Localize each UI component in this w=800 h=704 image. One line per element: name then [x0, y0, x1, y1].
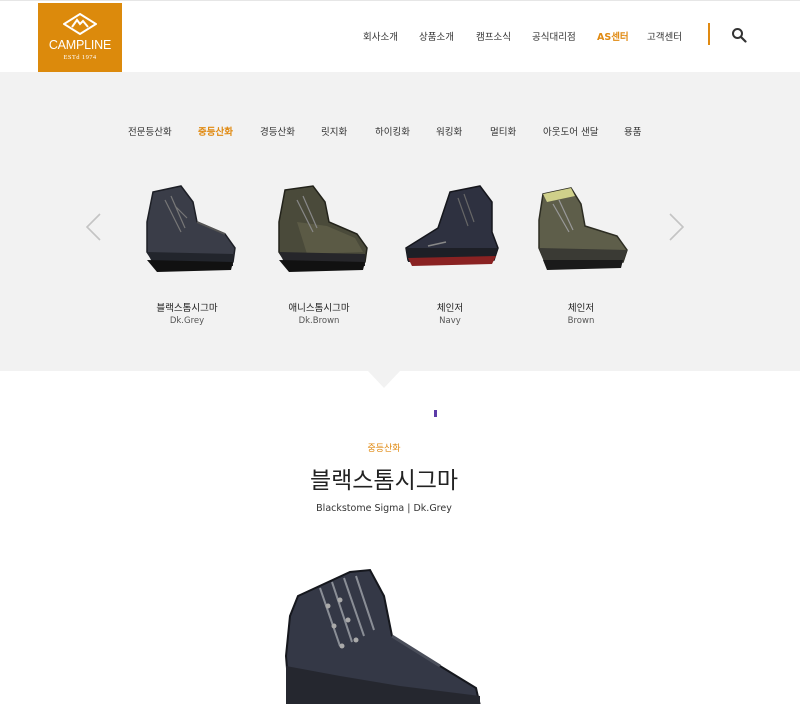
boot-large-image [284, 568, 481, 704]
detail-subtitle: Blackstome Sigma | Dk.Grey [316, 503, 452, 514]
nav-divider [708, 23, 710, 45]
category-tab-light-hiking[interactable]: 경등산화 [260, 124, 295, 138]
accent-marker [434, 410, 437, 417]
category-tab-multi[interactable]: 멀티화 [490, 124, 516, 138]
category-tab-mid-hiking[interactable]: 중등산화 [198, 124, 233, 138]
nav-item-dealers[interactable]: 공식대리점 [532, 29, 576, 43]
nav-item-news[interactable]: 캠프소식 [476, 29, 511, 43]
product-name: 애니스톰시그마 [288, 303, 350, 314]
boot-image [278, 185, 368, 272]
product-name: 체인저 [567, 303, 595, 314]
product-name: 체인저 [436, 303, 464, 314]
boot-image [538, 187, 628, 270]
detail-title: 블랙스톰시그마 [309, 468, 459, 494]
category-tab-walking[interactable]: 워킹화 [436, 124, 462, 138]
category-tab-sandal[interactable]: 아웃도어 샌달 [543, 124, 598, 138]
product-color: Brown [567, 316, 595, 326]
product-card[interactable]: 체인저 Navy [395, 182, 505, 332]
product-card[interactable]: 블랙스톰시그마 Dk.Grey [132, 182, 242, 332]
search-icon[interactable] [731, 27, 747, 43]
category-tab-expert[interactable]: 전문등산화 [128, 124, 172, 138]
product-color: Dk.Grey [169, 316, 205, 326]
product-color: Dk.Brown [298, 316, 340, 326]
nav-item-products[interactable]: 상품소개 [419, 29, 454, 43]
site-header: CAMPLINE ESTd 1974 회사소개 상품소개 캠프소식 공식대리점 … [0, 0, 800, 72]
section-pointer [368, 371, 400, 388]
nav-item-as-center[interactable]: AS센터 [597, 29, 629, 43]
product-card[interactable]: 애니스톰시그마 Dk.Brown [264, 182, 374, 332]
boot-image [146, 185, 236, 272]
category-tab-ridge[interactable]: 릿지화 [321, 124, 347, 138]
product-name: 블랙스톰시그마 [156, 303, 218, 314]
product-card[interactable]: 체인저 Brown [526, 182, 636, 332]
nav-item-company[interactable]: 회사소개 [363, 29, 398, 43]
category-tab-goods[interactable]: 용품 [624, 124, 641, 138]
logo-est: ESTd 1974 [63, 54, 97, 61]
nav-item-customer[interactable]: 고객센터 [647, 29, 682, 43]
boot-image [405, 185, 499, 266]
detail-category: 중등산화 [367, 444, 401, 454]
category-tab-hiking[interactable]: 하이킹화 [375, 124, 410, 138]
product-color: Navy [439, 316, 461, 326]
chevron-left-icon[interactable] [84, 212, 104, 242]
main-nav: 회사소개 상품소개 캠프소식 공식대리점 AS센터 고객센터 [0, 29, 800, 45]
category-section: 전문등산화 중등산화 경등산화 릿지화 하이킹화 워킹화 멀티화 아웃도어 샌달… [0, 72, 800, 371]
chevron-right-icon[interactable] [666, 212, 686, 242]
